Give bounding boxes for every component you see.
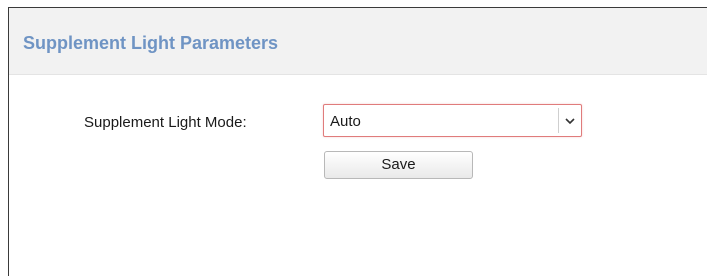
page-title: Supplement Light Parameters — [23, 33, 279, 53]
settings-panel: Supplement Light Parameters Supplement L… — [8, 7, 707, 276]
chevron-down-icon[interactable] — [563, 114, 577, 128]
save-button[interactable]: Save — [324, 151, 473, 179]
supplement-light-mode-select[interactable]: Auto — [323, 104, 582, 137]
select-value: Auto — [330, 113, 361, 130]
panel-header: Supplement Light Parameters — [9, 8, 707, 75]
select-divider — [558, 108, 559, 133]
supplement-light-mode-label: Supplement Light Mode: — [84, 114, 247, 131]
